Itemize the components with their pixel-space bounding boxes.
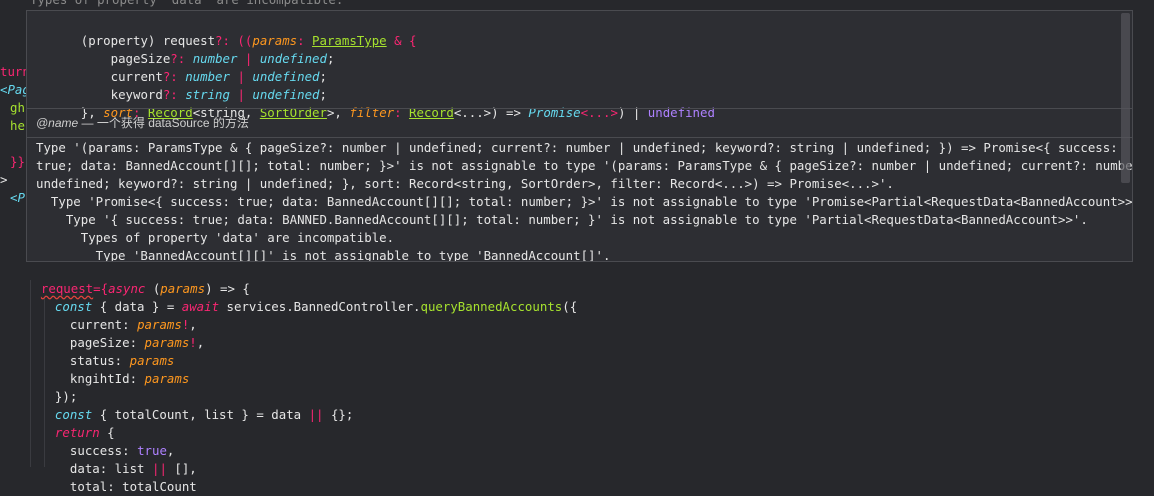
diagnostic-line: Type '(params: ParamsType & { pageSize?:… <box>36 140 1118 155</box>
signature-line: keyword?: string | undefined; <box>80 87 327 102</box>
separator <box>27 137 1132 138</box>
code-line[interactable]: const { data } = await services.BannedCo… <box>40 280 577 314</box>
separator <box>27 108 1132 109</box>
code-line[interactable]: pageSize: params!, <box>55 316 204 350</box>
code-line[interactable]: status: params <box>55 334 174 368</box>
diagnostic-line: Types of property 'data' are incompatibl… <box>36 230 395 245</box>
diagnostic-line: Type 'Promise<{ success: true; data: Ban… <box>36 194 1133 209</box>
code-fragment: > <box>0 172 8 187</box>
indent-guide <box>30 280 31 467</box>
code-fragment: gh <box>10 100 25 115</box>
signature-line: current?: number | undefined; <box>80 69 327 84</box>
code-line[interactable]: return { <box>40 406 115 440</box>
code-fragment: }} <box>10 154 25 169</box>
jsdoc-comment: @name — 一个获得 dataSource 的方法 <box>36 116 249 130</box>
code-line[interactable]: kngihtId: params <box>55 352 189 386</box>
code-line[interactable]: data: list || [], <box>55 442 197 476</box>
code-line[interactable]: }); <box>40 370 77 404</box>
code-fragment: he <box>10 118 25 133</box>
code-line[interactable]: success: true, <box>55 424 174 458</box>
hover-tooltip: (property) request?: ((params: ParamsTyp… <box>26 10 1133 262</box>
signature-line: (property) request?: ((params: ParamsTyp… <box>80 33 417 48</box>
code-line[interactable]: const { totalCount, list } = data || {}; <box>40 388 353 422</box>
code-line[interactable]: total: totalCount <box>55 460 197 494</box>
faded-diagnostic-text: Types of property 'data' are incompatibl… <box>30 0 343 9</box>
code-line[interactable]: request={async (params) => { <box>26 262 250 296</box>
code-line[interactable]: current: params!, <box>55 298 197 332</box>
diagnostic-line: Type '{ success: true; data: BANNED.Bann… <box>36 212 1088 227</box>
diagnostic-line: true; data: BannedAccount[][]; total: nu… <box>36 158 1133 173</box>
signature-line: pageSize?: number | undefined; <box>80 51 335 66</box>
tooltip-scrollbar[interactable] <box>1121 13 1130 183</box>
diagnostic-line: undefined; keyword?: string | undefined;… <box>36 176 894 191</box>
diagnostic-line: Type 'BannedAccount[][]' is not assignab… <box>36 248 611 262</box>
code-fragment: <P <box>10 190 25 205</box>
signature-line: }, sort: Record<string, SortOrder>, filt… <box>80 105 715 120</box>
